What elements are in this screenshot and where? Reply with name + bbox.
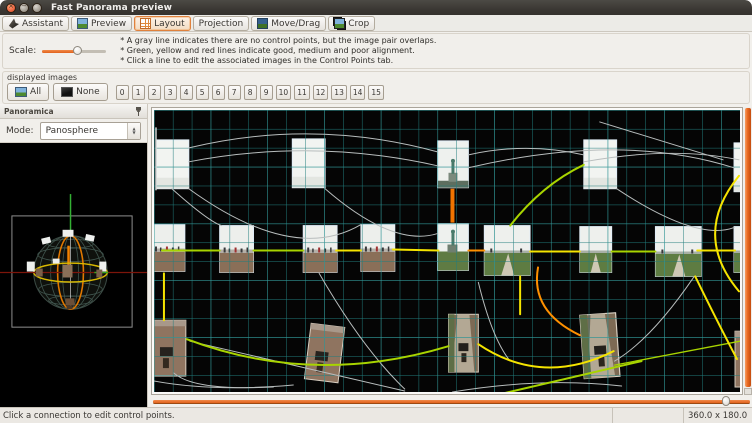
tab-label: Crop bbox=[348, 19, 369, 29]
panosphere-panel: Panoramica Mode: Panosphere ▲▼ bbox=[0, 104, 148, 407]
tab-label: Move/Drag bbox=[271, 19, 320, 29]
mode-value: Panosphere bbox=[41, 126, 127, 136]
title-bar[interactable]: × − Fast Panorama preview bbox=[0, 0, 752, 15]
move-drag-icon bbox=[257, 18, 268, 29]
pin-icon[interactable] bbox=[134, 106, 143, 117]
canvas-area bbox=[148, 104, 752, 407]
tab-projection[interactable]: Projection bbox=[193, 16, 250, 31]
help-line-gray: * A gray line indicates there are no con… bbox=[120, 36, 436, 46]
image-toggle-button-11[interactable]: 11 bbox=[294, 85, 310, 100]
assistant-icon bbox=[8, 18, 19, 29]
image-toggle-button-9[interactable]: 9 bbox=[260, 85, 273, 100]
displayed-images-label: displayed images bbox=[7, 73, 745, 82]
crop-icon bbox=[334, 18, 345, 29]
panorama-layout-canvas[interactable] bbox=[154, 110, 740, 392]
status-spacer bbox=[612, 408, 683, 423]
status-message: Click a connection to edit control point… bbox=[0, 411, 612, 421]
yaw-slider-track[interactable] bbox=[153, 400, 750, 403]
image-toggle-button-15[interactable]: 15 bbox=[368, 85, 384, 100]
tab-crop[interactable]: Crop bbox=[328, 16, 375, 31]
tab-label: Preview bbox=[91, 19, 126, 29]
tab-assistant[interactable]: Assistant bbox=[2, 16, 69, 31]
image-toggle-button-7[interactable]: 7 bbox=[228, 85, 241, 100]
image-toggle-button-0[interactable]: 0 bbox=[116, 85, 129, 100]
fast-panorama-preview-window: × − Fast Panorama preview Assistant Prev… bbox=[0, 0, 752, 423]
none-button-label: None bbox=[76, 87, 99, 97]
window-close-button[interactable]: × bbox=[6, 3, 16, 13]
show-none-button[interactable]: None bbox=[53, 83, 107, 101]
main-content: Panoramica Mode: Panosphere ▲▼ bbox=[0, 104, 752, 407]
image-toggle-button-10[interactable]: 10 bbox=[276, 85, 292, 100]
tab-preview[interactable]: Preview bbox=[71, 16, 132, 31]
mode-combobox[interactable]: Panosphere ▲▼ bbox=[40, 122, 141, 140]
scrollbar-corner-button[interactable] bbox=[744, 388, 752, 395]
panel-title: Panoramica bbox=[4, 107, 134, 116]
help-line-click: * Click a line to edit the associated im… bbox=[120, 56, 436, 66]
image-toggle-button-13[interactable]: 13 bbox=[331, 85, 347, 100]
panosphere-preview[interactable] bbox=[0, 143, 147, 407]
yaw-slider-handle[interactable] bbox=[722, 396, 730, 406]
layout-grid-icon bbox=[140, 18, 151, 29]
preview-image-icon bbox=[77, 18, 88, 29]
all-button-label: All bbox=[30, 87, 41, 97]
scale-slider[interactable] bbox=[42, 45, 106, 57]
image-toggle-button-14[interactable]: 14 bbox=[350, 85, 366, 100]
displayed-images-group: displayed images All None 01234567891011… bbox=[2, 71, 750, 104]
image-toggle-button-5[interactable]: 5 bbox=[196, 85, 209, 100]
scale-slider-fill bbox=[42, 50, 77, 53]
help-line-colors: * Green, yellow and red lines indicate g… bbox=[120, 46, 436, 56]
all-images-icon bbox=[15, 87, 27, 97]
tab-move-drag[interactable]: Move/Drag bbox=[251, 16, 326, 31]
yaw-slider[interactable] bbox=[151, 395, 752, 407]
none-images-icon bbox=[61, 87, 73, 97]
panel-header[interactable]: Panoramica bbox=[0, 104, 147, 119]
image-number-buttons: 0123456789101112131415 bbox=[116, 85, 384, 100]
tab-layout[interactable]: Layout bbox=[134, 16, 191, 31]
pano-size-value: 360.0 x 180.0 bbox=[683, 408, 752, 423]
window-maximize-button[interactable] bbox=[32, 3, 42, 13]
status-bar: Click a connection to edit control point… bbox=[0, 407, 752, 423]
tab-label: Projection bbox=[199, 19, 244, 29]
mode-label: Mode: bbox=[6, 126, 34, 136]
scale-label: Scale: bbox=[9, 46, 36, 56]
show-all-button[interactable]: All bbox=[7, 83, 49, 101]
window-minimize-button[interactable]: − bbox=[19, 3, 29, 13]
window-title: Fast Panorama preview bbox=[51, 3, 172, 13]
scale-toolbar: Scale: * A gray line indicates there are… bbox=[2, 33, 750, 69]
image-toggle-button-6[interactable]: 6 bbox=[212, 85, 225, 100]
image-toggle-button-12[interactable]: 12 bbox=[313, 85, 329, 100]
tab-label: Layout bbox=[154, 19, 185, 29]
legend-help-text: * A gray line indicates there are no con… bbox=[120, 36, 436, 66]
image-toggle-button-3[interactable]: 3 bbox=[164, 85, 177, 100]
vertical-scrollbar[interactable] bbox=[744, 107, 752, 395]
vertical-scrollbar-thumb[interactable] bbox=[745, 108, 751, 387]
canvas-frame bbox=[151, 107, 743, 395]
tab-bar: Assistant Preview Layout Projection Move… bbox=[0, 15, 752, 32]
combobox-spinner-icon[interactable]: ▲▼ bbox=[127, 123, 140, 139]
scale-slider-handle[interactable] bbox=[73, 46, 82, 55]
image-toggle-button-4[interactable]: 4 bbox=[180, 85, 193, 100]
mode-row: Mode: Panosphere ▲▼ bbox=[0, 119, 147, 143]
tab-label: Assistant bbox=[22, 19, 63, 29]
image-toggle-button-2[interactable]: 2 bbox=[148, 85, 161, 100]
image-toggle-button-8[interactable]: 8 bbox=[244, 85, 257, 100]
image-toggle-button-1[interactable]: 1 bbox=[132, 85, 145, 100]
